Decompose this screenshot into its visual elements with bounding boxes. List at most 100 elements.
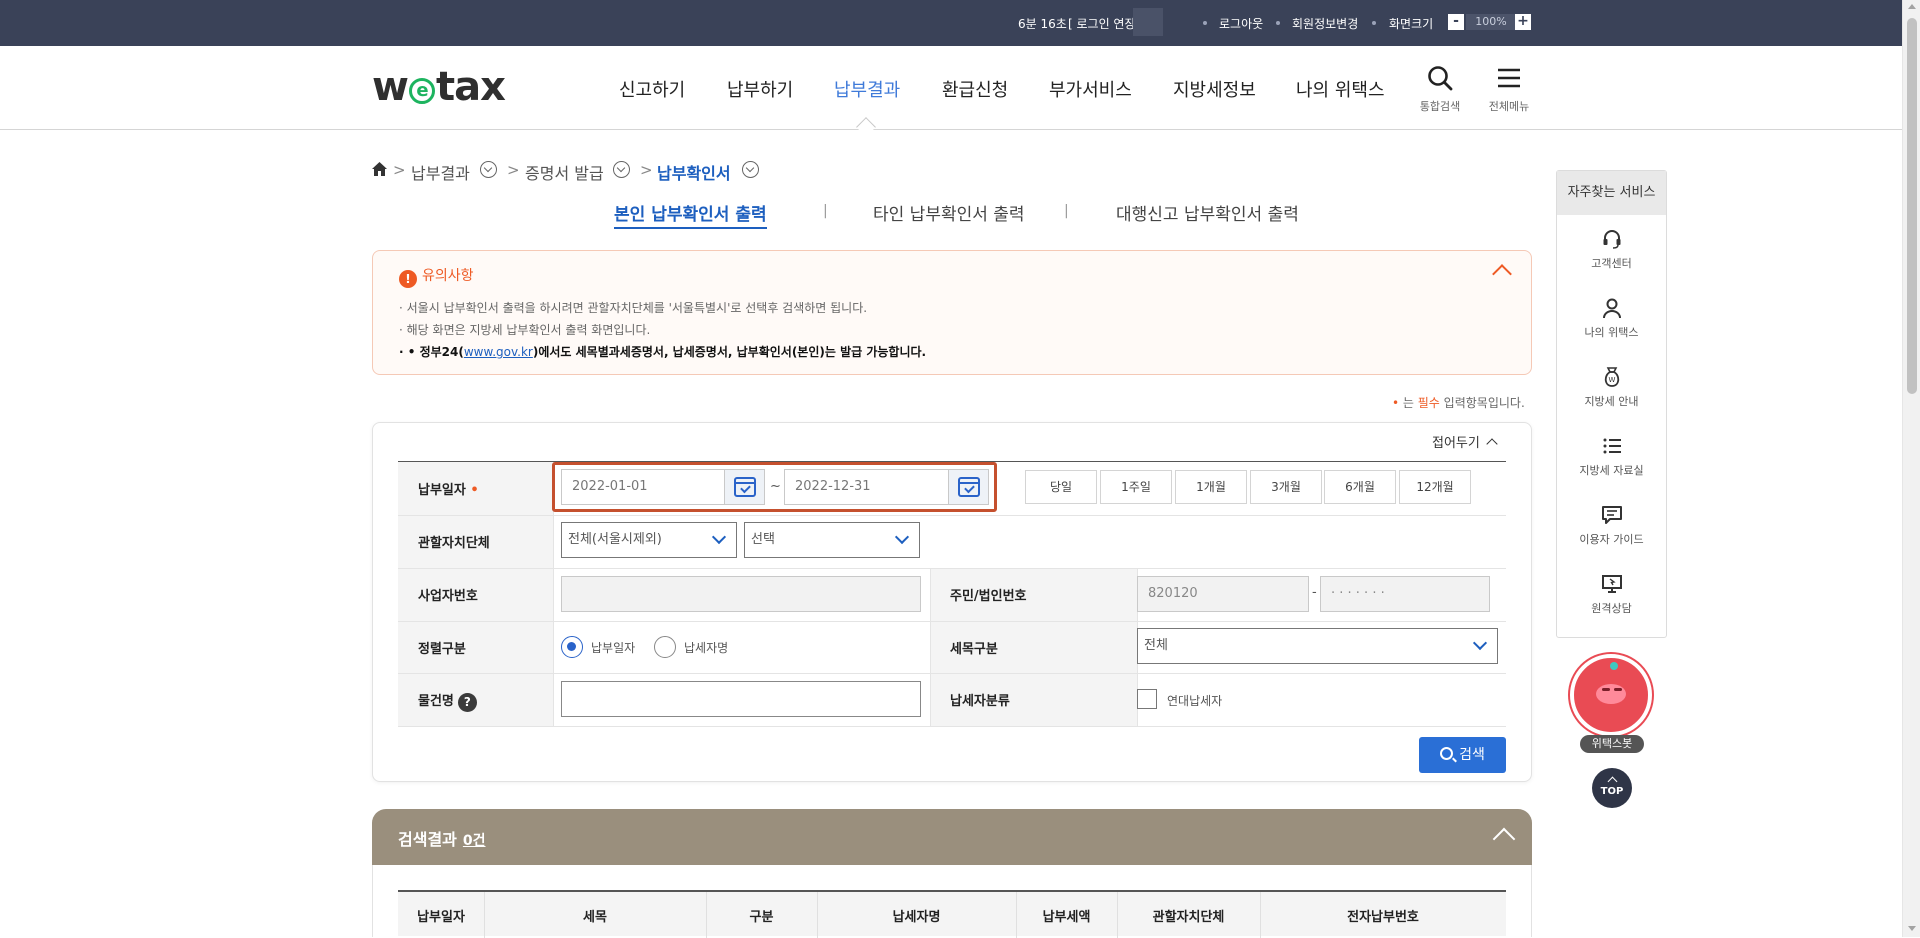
exclamation-icon: ! <box>399 270 417 288</box>
required-word: 필수 <box>1417 396 1440 410</box>
profile-edit-link[interactable]: 회원정보변경 <box>1292 15 1358 32</box>
notice-title: ! 유의사항 <box>399 265 474 288</box>
quick-menu: 자주찾는 서비스 고객센터 나의 위택스 W 지방세 안내 지방세 자료실 이용… <box>1556 170 1667 638</box>
redacted-username <box>1133 8 1163 36</box>
tab-self-certificate[interactable]: 본인 납부확인서 출력 <box>614 200 767 229</box>
monitor-icon <box>1601 575 1622 593</box>
resident-no-front-input[interactable]: 820120 <box>1137 576 1309 612</box>
results-header: 검색결과 0건 <box>372 809 1532 865</box>
money-bag-icon: W <box>1604 367 1619 387</box>
scrollbar-thumb[interactable] <box>1907 18 1917 394</box>
required-note-pre: 는 <box>1399 396 1418 410</box>
chevron-up-icon[interactable] <box>1492 827 1516 851</box>
site-header: w e tax 신고하기 납부하기 납부결과 환급신청 부가서비스 지방세정보 나의… <box>0 46 1902 130</box>
separator-dot <box>1203 21 1207 25</box>
quick-local-tax-guide[interactable]: W 지방세 안내 <box>1557 365 1666 425</box>
chevron-up-icon <box>1607 776 1617 787</box>
chevron-down-icon[interactable] <box>480 161 497 178</box>
joint-taxpayer-checkbox[interactable] <box>1137 689 1157 709</box>
sort-radio-taxpayer[interactable] <box>654 636 676 658</box>
chevron-up-icon[interactable] <box>1492 264 1512 284</box>
help-icon[interactable]: ? <box>457 693 477 712</box>
fold-label: 접어두기 <box>1432 436 1480 451</box>
quick-user-guide[interactable]: 이용자 가이드 <box>1557 503 1666 563</box>
chevron-down-icon[interactable] <box>742 161 759 178</box>
chevron-up-icon <box>1486 438 1498 450</box>
jurisdiction-select-region[interactable]: 전체(서울시제외) <box>561 522 737 558</box>
sort-option-pay-date[interactable]: 납부일자 <box>591 639 635 656</box>
quick-customer-center[interactable]: 고객센터 <box>1557 227 1666 287</box>
quick-range-1week[interactable]: 1주일 <box>1100 470 1172 504</box>
nav-refund[interactable]: 환급신청 <box>942 76 1008 102</box>
zoom-in-button[interactable]: + <box>1515 14 1531 30</box>
biz-no-label: 사업자번호 <box>418 589 478 604</box>
sort-radio-pay-date[interactable] <box>561 636 583 658</box>
item-name-label: 물건명? <box>418 690 477 712</box>
row-divider <box>398 621 1506 622</box>
quick-tax-library[interactable]: 지방세 자료실 <box>1557 434 1666 494</box>
breadcrumb-certificate[interactable]: 증명서 발급 <box>525 160 604 184</box>
logout-link[interactable]: 로그아웃 <box>1219 15 1263 32</box>
home-icon[interactable] <box>372 162 387 176</box>
jurisdiction-select-district[interactable]: 선택 <box>744 522 920 558</box>
quick-range-1month[interactable]: 1개월 <box>1175 470 1247 504</box>
row-divider <box>398 726 1506 727</box>
breadcrumb-current[interactable]: 납부확인서 <box>657 160 731 184</box>
quick-range-3months[interactable]: 3개월 <box>1250 470 1322 504</box>
chevron-down-icon[interactable] <box>613 161 630 178</box>
tab-agent-certificate[interactable]: 대행신고 납부확인서 출력 <box>1116 200 1299 225</box>
nav-pay[interactable]: 납부하기 <box>727 76 793 102</box>
pay-date-label: 납부일자 • <box>418 479 479 498</box>
gov24-link[interactable]: www.gov.kr <box>464 345 533 359</box>
quick-remote-consult[interactable]: 원격상담 <box>1557 572 1666 632</box>
notice-title-text: 유의사항 <box>422 268 474 284</box>
notice-box: ! 유의사항 · 서울시 납부확인서 출력을 하시려면 관할자치단체를 '서울특별… <box>372 250 1532 375</box>
integrated-search-button[interactable]: 통합검색 <box>1415 64 1465 114</box>
zoom-out-button[interactable]: - <box>1448 14 1464 30</box>
wetax-logo[interactable]: w e tax <box>372 64 506 110</box>
separator-dot <box>1372 21 1376 25</box>
tax-type-select[interactable]: 전체 <box>1137 628 1498 664</box>
search-button[interactable]: 검색 <box>1419 737 1506 773</box>
nav-pay-result[interactable]: 납부결과 <box>834 76 900 102</box>
nav-report[interactable]: 신고하기 <box>619 76 685 102</box>
page-scrollbar[interactable] <box>1902 0 1920 937</box>
bot-antenna <box>1610 662 1618 670</box>
resident-no-label: 주민/법인번호 <box>950 589 1027 604</box>
chat-icon <box>1601 506 1622 524</box>
nav-extra-services[interactable]: 부가서비스 <box>1049 76 1132 102</box>
nav-local-tax-info[interactable]: 지방세정보 <box>1173 76 1256 102</box>
scroll-top-button[interactable]: TOP <box>1592 768 1632 808</box>
quick-tax-library-label: 지방세 자료실 <box>1579 464 1644 477</box>
item-name-input[interactable] <box>561 681 921 717</box>
jurisdiction-district-value: 선택 <box>751 532 775 547</box>
nav-my-wetax[interactable]: 나의 위택스 <box>1296 76 1385 102</box>
notice-line-1: · 서울시 납부확인서 출력을 하시려면 관할자치단체를 '서울특별시'로 선택… <box>399 301 868 315</box>
required-mark: • <box>470 483 479 498</box>
joint-taxpayer-label[interactable]: 연대납세자 <box>1167 692 1222 709</box>
all-menu-button[interactable]: 전체메뉴 <box>1484 64 1534 114</box>
taxpayer-class-label: 납세자분류 <box>950 694 1010 709</box>
login-extend-link[interactable]: [ 로그인 연장 <box>1068 15 1136 32</box>
quick-range-today[interactable]: 당일 <box>1025 470 1097 504</box>
bot-eye <box>1602 688 1610 691</box>
scroll-up-arrow-icon[interactable] <box>1908 4 1916 9</box>
quick-range-6months[interactable]: 6개월 <box>1324 470 1396 504</box>
fold-toggle[interactable]: 접어두기 <box>1432 432 1498 451</box>
col-category: 구분 <box>749 910 774 925</box>
breadcrumb-separator: > <box>393 161 406 179</box>
sort-option-taxpayer[interactable]: 납세자명 <box>684 639 728 656</box>
quick-my-wetax[interactable]: 나의 위택스 <box>1557 296 1666 356</box>
wetax-bot-label[interactable]: 위택스봇 <box>1580 735 1644 753</box>
breadcrumb-pay-result[interactable]: 납부결과 <box>411 160 470 184</box>
svg-text:W: W <box>1608 376 1615 384</box>
sort-label: 정렬구분 <box>418 642 466 657</box>
quick-range-12months[interactable]: 12개월 <box>1399 470 1471 504</box>
pay-date-label-text: 납부일자 <box>418 483 466 498</box>
tab-others-certificate[interactable]: 타인 납부확인서 출력 <box>873 200 1025 225</box>
breadcrumb-separator: > <box>507 161 520 179</box>
resident-no-back-input[interactable]: · · · · · · · <box>1320 576 1490 612</box>
biz-no-input[interactable] <box>561 576 921 612</box>
wetax-bot-button[interactable] <box>1570 654 1652 736</box>
scroll-down-arrow-icon[interactable] <box>1908 926 1916 931</box>
